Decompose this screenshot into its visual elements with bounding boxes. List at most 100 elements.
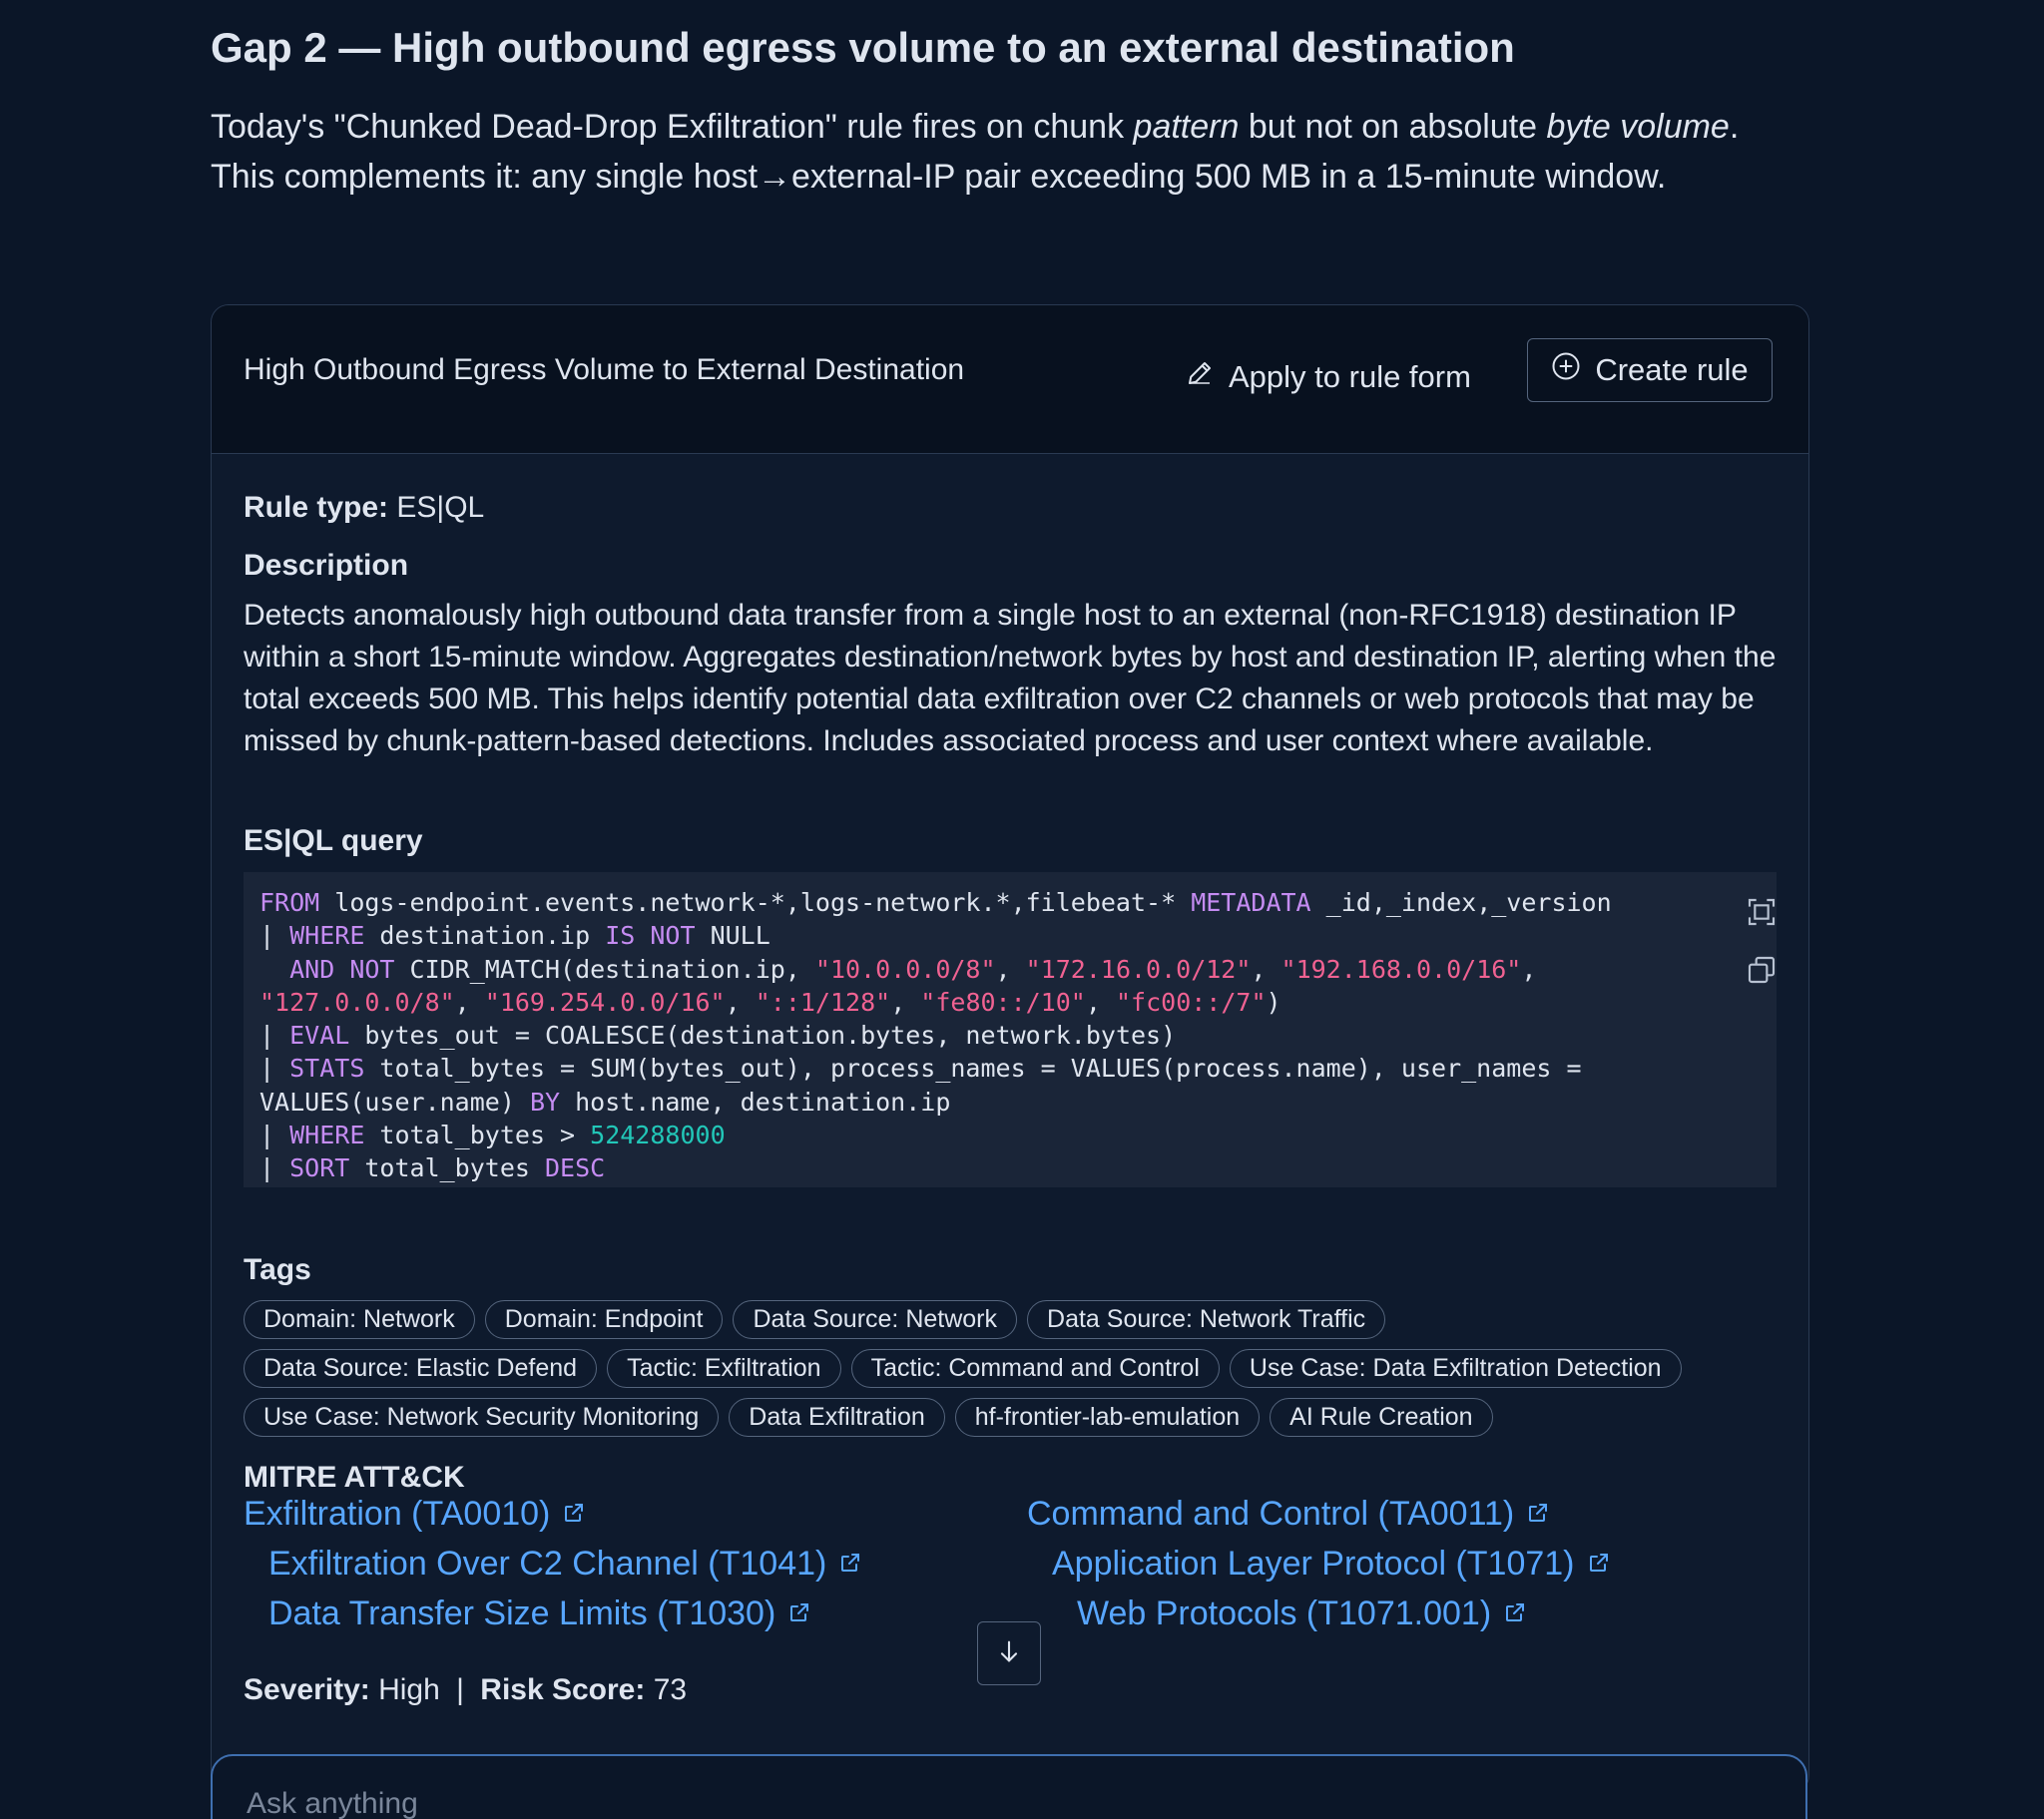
code-token: |	[259, 1054, 290, 1084]
code-token: destination.ip	[364, 921, 606, 951]
mitre-link-label: Application Layer Protocol (T1071)	[1052, 1545, 1575, 1583]
rule-title: High Outbound Egress Volume to External …	[244, 353, 965, 386]
code-token: "::1/128"	[755, 987, 891, 1017]
mitre-title: MITRE ATT&CK	[244, 1461, 465, 1494]
code-token: VALUES(user.name)	[259, 1087, 530, 1117]
query-code-block[interactable]: FROM logs-endpoint.events.network-*,logs…	[244, 872, 1777, 1187]
code-token: NULL	[695, 921, 770, 951]
code-token: "fe80::/10"	[920, 987, 1086, 1017]
pencil-icon	[1185, 358, 1215, 396]
mitre-tactic-exfiltration[interactable]: Exfiltration (TA0010)	[244, 1495, 586, 1534]
code-token: ,	[725, 987, 756, 1017]
arrow-down-icon	[995, 1637, 1023, 1670]
intro-emphasis-1: pattern	[1133, 108, 1240, 146]
mitre-technique-t1030[interactable]: Data Transfer Size Limits (T1030)	[268, 1594, 811, 1633]
scroll-to-bottom-button[interactable]	[977, 1621, 1041, 1685]
tag-badge: Tactic: Exfiltration	[607, 1349, 841, 1388]
gap-intro: Today's "Chunked Dead-Drop Exfiltration"…	[211, 102, 1768, 202]
chat-page: Gap 2 — High outbound egress volume to a…	[0, 0, 2044, 1819]
query-code: FROM logs-endpoint.events.network-*,logs…	[259, 886, 1761, 1185]
mitre-technique-t1041[interactable]: Exfiltration Over C2 Channel (T1041)	[268, 1545, 862, 1584]
mitre-link-label: Exfiltration Over C2 Channel (T1041)	[268, 1545, 827, 1583]
tag-badge: Data Source: Network Traffic	[1027, 1300, 1386, 1339]
code-token: FROM	[259, 888, 320, 917]
tag-badge: Tactic: Command and Control	[850, 1349, 1220, 1388]
code-token: "10.0.0.0/8"	[814, 954, 996, 984]
code-token: "172.16.0.0/12"	[1025, 954, 1252, 984]
code-token: 524288000	[590, 1121, 726, 1150]
code-token: IS NOT	[605, 921, 696, 951]
tags-list: Domain: Network Domain: Endpoint Data Sour…	[244, 1300, 1800, 1447]
mitre-tactic-command-and-control[interactable]: Command and Control (TA0011)	[1027, 1495, 1550, 1534]
create-label: Create rule	[1595, 352, 1749, 387]
external-link-icon	[1503, 1594, 1527, 1633]
tag-badge: Data Source: Network	[733, 1300, 1018, 1339]
code-token: )	[1266, 987, 1281, 1017]
code-token: |	[259, 921, 290, 951]
code-token: "192.168.0.0/16"	[1280, 954, 1522, 984]
plus-circle-icon	[1551, 351, 1581, 389]
code-token: logs-endpoint.events.network-*,logs-netw…	[319, 888, 1192, 917]
code-token: DESC	[545, 1153, 606, 1183]
code-token: BY	[529, 1087, 561, 1117]
code-token: ,	[454, 987, 485, 1017]
intro-text-1: Today's "Chunked Dead-Drop Exfiltration"…	[211, 108, 1134, 146]
chat-input-box	[211, 1754, 1807, 1819]
code-token: host.name, destination.ip	[560, 1087, 951, 1117]
code-token: METADATA	[1191, 888, 1311, 917]
tag-badge: AI Rule Creation	[1270, 1398, 1493, 1437]
create-rule-button[interactable]: Create rule	[1527, 338, 1773, 402]
rule-card-header: High Outbound Egress Volume to External …	[212, 305, 1808, 454]
code-token: AND NOT	[289, 954, 395, 984]
code-token: bytes_out = COALESCE(destination.bytes, …	[349, 1021, 1177, 1051]
query-title: ES|QL query	[244, 824, 423, 857]
tag-badge: hf-frontier-lab-emulation	[954, 1398, 1261, 1437]
rule-type-value: ES|QL	[396, 491, 485, 524]
rule-card: High Outbound Egress Volume to External …	[211, 304, 1809, 1793]
mitre-technique-t1071[interactable]: Application Layer Protocol (T1071)	[1052, 1545, 1611, 1584]
mitre-link-label: Data Transfer Size Limits (T1030)	[268, 1594, 776, 1632]
rule-type: Rule type: ES|QL	[244, 491, 484, 525]
external-link-icon	[562, 1495, 586, 1534]
mitre-link-label: Exfiltration (TA0010)	[244, 1495, 551, 1533]
external-link-icon	[1587, 1545, 1611, 1584]
description-text: Detects anomalously high outbound data t…	[244, 599, 1777, 757]
code-token: ,	[1251, 954, 1281, 984]
code-token: WHERE	[289, 1121, 365, 1150]
tag-row: Data Source: Elastic Defend Tactic: Exfil…	[244, 1349, 1800, 1388]
chat-input[interactable]	[245, 1786, 1746, 1819]
tag-badge: Use Case: Data Exfiltration Detection	[1229, 1349, 1682, 1388]
mitre-technique-t1071-001[interactable]: Web Protocols (T1071.001)	[1077, 1594, 1527, 1633]
code-token: ,	[890, 987, 921, 1017]
code-token: ,	[995, 954, 1026, 984]
tag-row: Domain: Network Domain: Endpoint Data Sour…	[244, 1300, 1800, 1339]
code-token: |	[259, 1153, 290, 1183]
code-token: total_bytes >	[364, 1121, 591, 1150]
external-link-icon	[1526, 1495, 1550, 1534]
apply-to-rule-form-button[interactable]: Apply to rule form	[1185, 353, 1471, 401]
mitre-link-label: Web Protocols (T1071.001)	[1077, 1594, 1492, 1632]
risk-score-value: 73	[653, 1673, 688, 1706]
fullscreen-icon[interactable]	[1744, 894, 1777, 930]
intro-text-2: but not on absolute	[1239, 108, 1547, 146]
tag-badge: Domain: Network	[244, 1300, 475, 1339]
tags-title: Tags	[244, 1253, 311, 1286]
code-token: total_bytes = SUM(bytes_out), process_na…	[364, 1054, 1582, 1084]
code-token: "169.254.0.0/16"	[484, 987, 726, 1017]
apply-label: Apply to rule form	[1229, 359, 1471, 394]
code-token: "127.0.0.0/8"	[259, 987, 455, 1017]
tag-badge: Data Source: Elastic Defend	[244, 1349, 598, 1388]
intro-emphasis-2: byte volume	[1546, 108, 1730, 146]
code-token: |	[259, 1021, 290, 1051]
severity-label: Severity:	[244, 1673, 370, 1706]
tag-row: Use Case: Network Security Monitoring Dat…	[244, 1398, 1800, 1437]
risk-score-label: Risk Score:	[480, 1673, 646, 1706]
description-title: Description	[244, 549, 409, 582]
tag-badge: Use Case: Network Security Monitoring	[244, 1398, 720, 1437]
separator: |	[456, 1673, 464, 1706]
copy-icon[interactable]	[1744, 952, 1777, 988]
tag-badge: Data Exfiltration	[729, 1398, 945, 1437]
external-link-icon	[838, 1545, 862, 1584]
rule-type-label: Rule type:	[244, 491, 389, 524]
code-token: _id,_index,_version	[1310, 888, 1612, 917]
